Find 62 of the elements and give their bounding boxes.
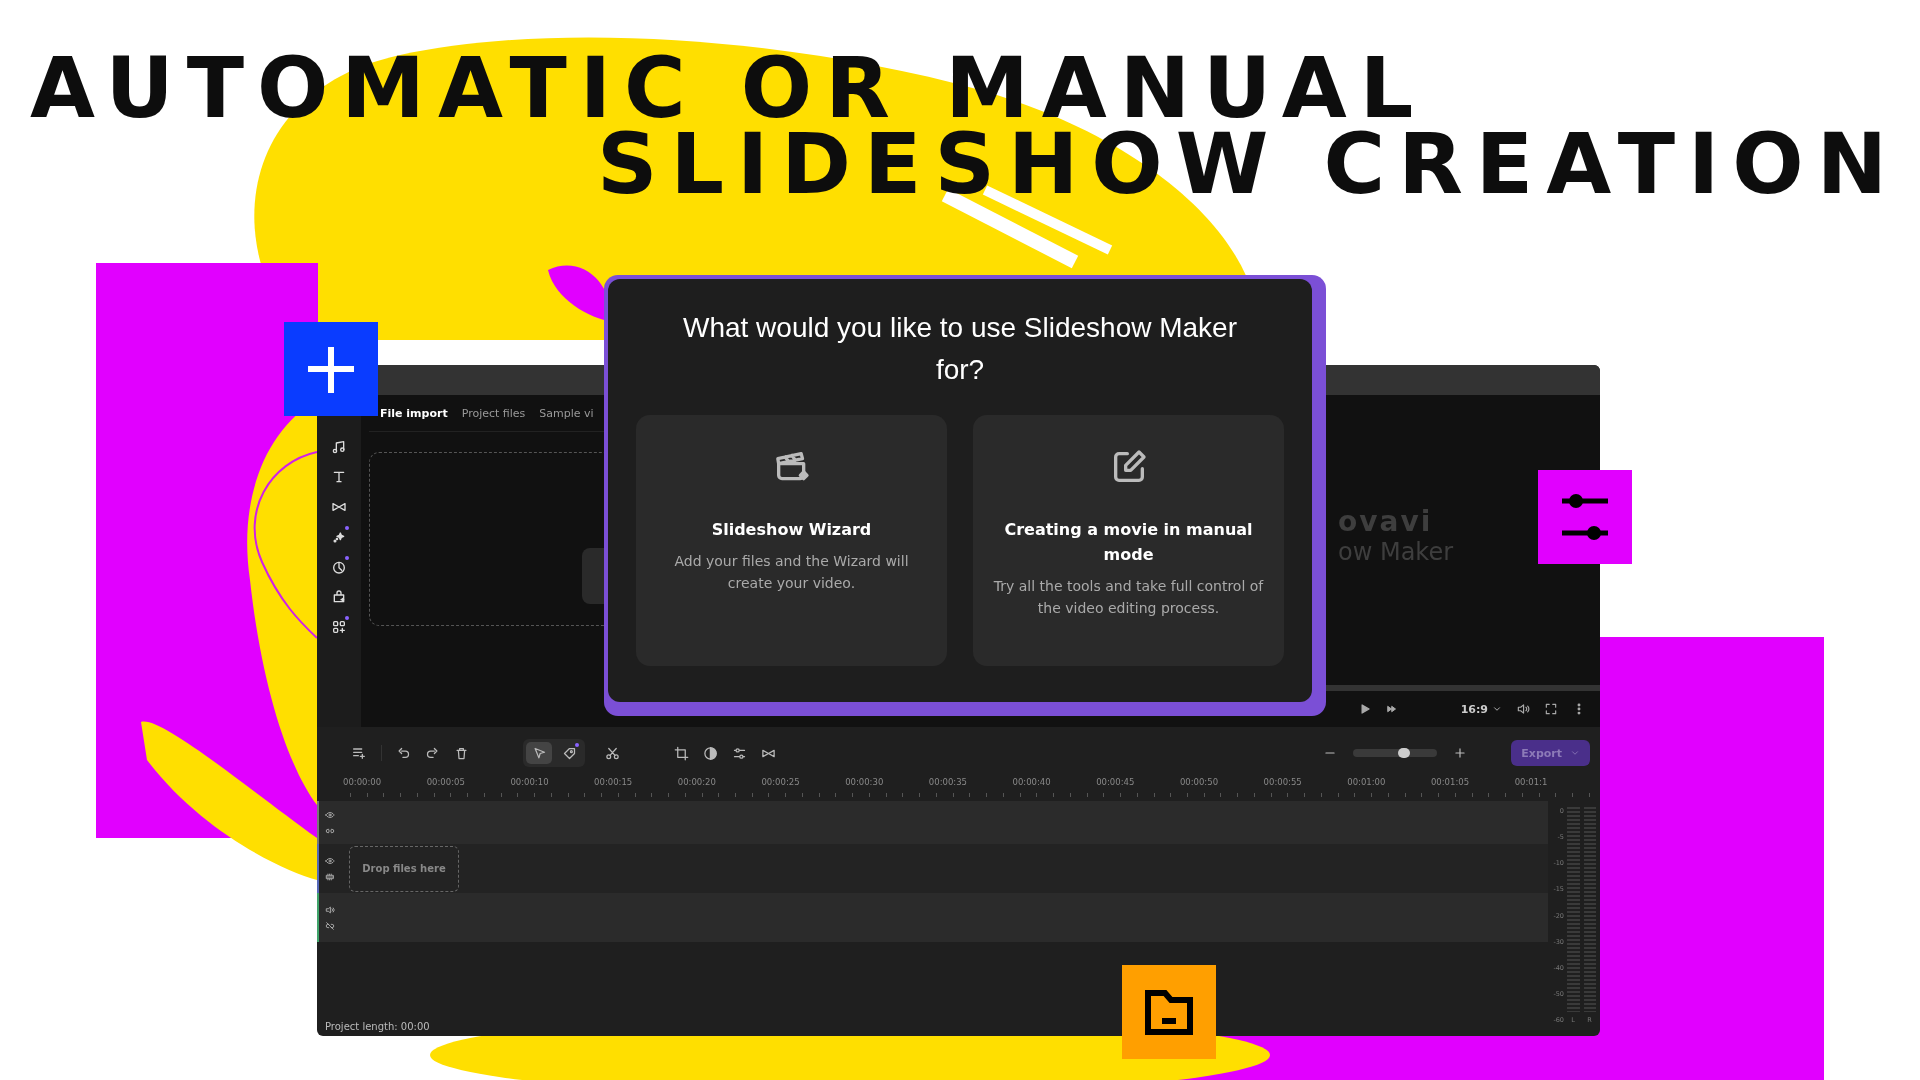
mode-button[interactable] [526, 742, 552, 764]
option-description: Add your files and the Wizard will create your video. [673, 552, 910, 593]
speaker-icon [1516, 702, 1530, 716]
zoom-in-icon[interactable] [1453, 746, 1468, 760]
option-card[interactable]: Creating a movie in manual mode Try all the tools and take full control of the video editing process. [973, 415, 1284, 666]
color-icon[interactable] [703, 745, 718, 761]
tag-icon [561, 745, 577, 761]
time-label: 00:00:25 [761, 776, 801, 789]
plus-tile-icon [284, 322, 378, 416]
time-label: 00:01:1 [1514, 776, 1549, 789]
import-tab[interactable]: Project files [461, 406, 526, 420]
sparkle-icon [331, 529, 347, 545]
trash-icon[interactable] [454, 745, 469, 761]
crop-icon[interactable] [674, 745, 689, 761]
drop-zone[interactable]: Drop files here [349, 845, 459, 892]
slider-thumb[interactable] [1397, 748, 1410, 758]
time-label: 00:00:35 [928, 776, 968, 789]
import-tab[interactable]: Sample vi [539, 406, 594, 420]
scissors-icon[interactable] [605, 745, 620, 761]
time-label: 00:00:15 [594, 776, 634, 789]
play-icon [1358, 702, 1372, 716]
music-note-icon [331, 439, 347, 455]
time-label: 00:00:50 [1179, 776, 1220, 789]
option-title: Creating a movie in manual mode [1003, 519, 1254, 566]
time-label: 00:00:30 [845, 776, 885, 789]
folder-tile-icon [1122, 965, 1216, 1059]
redo-icon[interactable] [425, 745, 440, 761]
dialog-title: What would you like to use Slideshow Maker for? [681, 311, 1238, 387]
fast-forward-icon [1386, 703, 1398, 715]
eye-icon[interactable] [325, 809, 335, 820]
adjust-icon[interactable] [732, 745, 747, 761]
zoom-slider[interactable] [1353, 749, 1438, 757]
sliders-tile-icon [1538, 470, 1632, 564]
text-icon [331, 469, 347, 485]
option-card[interactable]: Slideshow Wizard Add your files and the Wizard will create your video. [636, 415, 947, 666]
speaker-icon[interactable] [325, 904, 335, 915]
time-label: 00:01:00 [1347, 776, 1387, 789]
aspect-ratio-dropdown[interactable]: 16:9 [1460, 702, 1502, 716]
time-label: 00:00:20 [677, 776, 717, 789]
fullscreen-icon [1544, 702, 1558, 716]
film-strip-icon[interactable] [325, 871, 335, 882]
time-label: 00:00:05 [426, 776, 466, 789]
add-track-icon[interactable] [351, 745, 367, 761]
time-label: 00:00:55 [1263, 776, 1303, 789]
time-label: 00:00:10 [510, 776, 550, 789]
unlink-icon[interactable] [325, 920, 335, 931]
import-tab[interactable]: File import [380, 406, 448, 420]
project-length: Project length: 00:00 [324, 1021, 431, 1034]
time-label: 00:00:45 [1096, 776, 1136, 789]
undo-icon[interactable] [396, 745, 411, 761]
time-label: 00:00:40 [1012, 776, 1052, 789]
caret-icon [1570, 748, 1580, 758]
timer-icon [331, 559, 347, 575]
time-label: 00:00:00 [343, 776, 383, 789]
option-title: Slideshow Wizard [711, 519, 872, 541]
pointer-icon [531, 745, 547, 761]
caret-icon [1492, 704, 1502, 714]
time-label: 00:01:05 [1430, 776, 1471, 789]
grid-plus-icon [331, 619, 347, 635]
option-description: Try all the tools and take full control of the video editing process. [993, 577, 1264, 618]
bag-icon [331, 589, 347, 605]
eye-icon[interactable] [325, 855, 335, 866]
